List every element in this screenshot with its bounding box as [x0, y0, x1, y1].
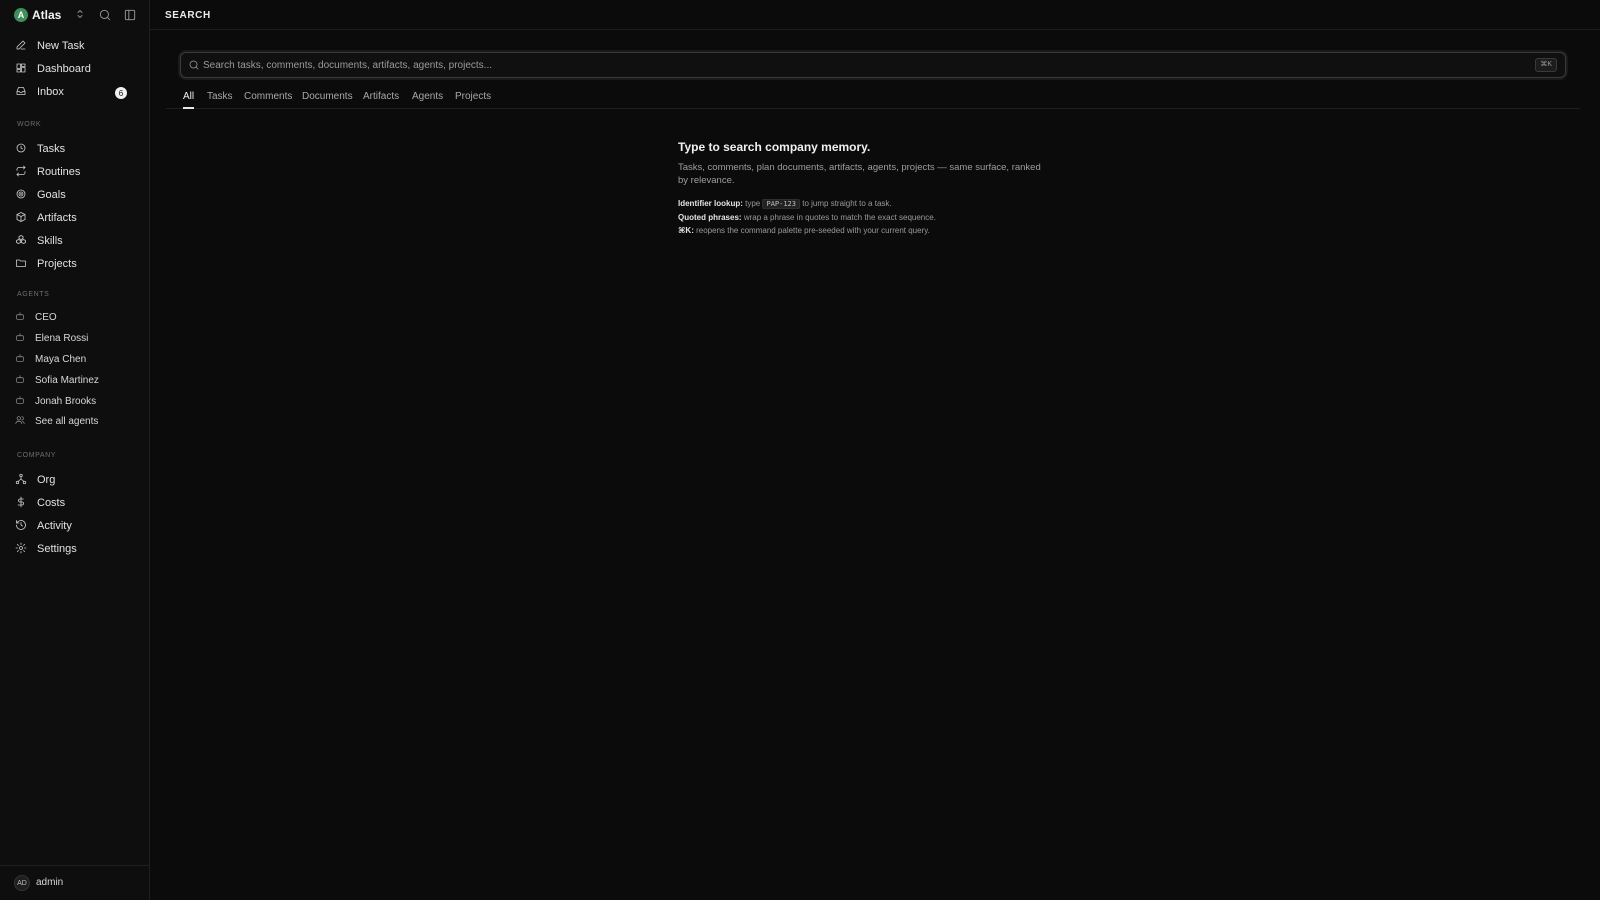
sidebar-item-label: Tasks — [37, 143, 66, 155]
chevrons-up-down-icon[interactable] — [74, 8, 86, 20]
gear-icon — [15, 542, 29, 556]
workspace-logo[interactable]: A — [14, 8, 28, 22]
edit-icon — [15, 39, 29, 53]
sidebar-item-label: Routines — [37, 166, 81, 178]
avatar: AD — [14, 875, 30, 891]
agent-label: Elena Rossi — [35, 332, 89, 344]
sidebar: A Atlas New Task Dashboard Inbox 6 WORK … — [0, 0, 150, 900]
search-empty-state: Type to search company memory. Tasks, co… — [678, 140, 1048, 237]
bot-icon — [15, 374, 27, 386]
tab-comments[interactable]: Comments — [244, 91, 292, 109]
users-icon — [15, 415, 27, 427]
user-menu[interactable]: AD admin — [0, 865, 150, 900]
sidebar-item-tasks[interactable]: Tasks — [8, 138, 142, 160]
user-name: admin — [36, 877, 64, 888]
sidebar-item-label: Activity — [37, 520, 72, 532]
circle-icon — [15, 142, 29, 156]
org-icon — [15, 473, 29, 487]
empty-state-title: Type to search company memory. — [678, 140, 871, 154]
sidebar-item-label: Inbox — [37, 86, 64, 98]
sidebar-item-label: Dashboard — [37, 63, 91, 75]
tip-label: Quoted phrases: — [678, 213, 742, 222]
tip-text: reopens the command palette pre-seeded w… — [696, 226, 930, 235]
agent-label: See all agents — [35, 415, 99, 427]
sidebar-item-label: Costs — [37, 497, 66, 509]
inbox-count-badge: 6 — [115, 87, 127, 99]
search-icon[interactable] — [98, 8, 112, 22]
tip-label: Identifier lookup: — [678, 199, 743, 208]
sidebar-item-label: Goals — [37, 189, 66, 201]
agent-label: CEO — [35, 311, 57, 323]
repeat-icon — [15, 165, 29, 179]
sidebar-item-inbox[interactable]: Inbox 6 — [8, 81, 142, 103]
section-label-agents: AGENTS — [17, 291, 50, 298]
workspace-header: A Atlas — [0, 0, 150, 30]
sidebar-item-label: Projects — [37, 258, 77, 270]
sidebar-item-projects[interactable]: Projects — [8, 253, 142, 275]
sidebar-item-label: Settings — [37, 543, 77, 555]
tip-text: wrap a phrase in quotes to match the exa… — [743, 213, 936, 222]
inbox-icon — [15, 85, 29, 99]
sidebar-agent-maya-chen[interactable]: Maya Chen — [8, 349, 142, 369]
search-icon — [188, 59, 200, 71]
tab-tasks[interactable]: Tasks — [207, 91, 233, 109]
sidebar-item-new-task[interactable]: New Task — [8, 35, 142, 57]
agent-label: Sofia Martinez — [35, 374, 99, 386]
bot-icon — [15, 311, 27, 323]
bot-icon — [15, 353, 27, 365]
section-label-work: WORK — [17, 121, 42, 128]
search-input[interactable] — [203, 56, 1513, 74]
sidebar-agent-elena-rossi[interactable]: Elena Rossi — [8, 328, 142, 348]
sidebar-agent-ceo[interactable]: CEO — [8, 307, 142, 327]
tip-label: ⌘K: — [678, 226, 694, 235]
dashboard-icon — [15, 62, 29, 76]
keyboard-shortcut-badge: ⌘K — [1535, 58, 1557, 72]
sidebar-toggle-icon[interactable] — [123, 8, 137, 22]
sidebar-item-label: New Task — [37, 40, 85, 52]
result-type-tabs: All Tasks Comments Documents Artifacts A… — [166, 86, 1580, 109]
tip-text: to jump straight to a task. — [802, 199, 892, 208]
sidebar-item-settings[interactable]: Settings — [8, 538, 142, 560]
tab-all[interactable]: All — [183, 91, 195, 109]
box-icon — [15, 211, 29, 225]
tab-documents[interactable]: Documents — [302, 91, 353, 109]
bot-icon — [15, 332, 27, 344]
search-bar[interactable]: ⌘K — [180, 52, 1566, 78]
history-icon — [15, 519, 29, 533]
tip-quoted-phrases: Quoted phrases: wrap a phrase in quotes … — [678, 211, 1048, 224]
agent-label: Maya Chen — [35, 353, 87, 365]
section-label-company: COMPANY — [17, 452, 57, 459]
tip-command-palette: ⌘K: reopens the command palette pre-seed… — [678, 224, 1048, 237]
identifier-code: PAP-123 — [762, 199, 800, 209]
sidebar-item-routines[interactable]: Routines — [8, 161, 142, 183]
sidebar-item-dashboard[interactable]: Dashboard — [8, 58, 142, 80]
sidebar-item-label: Skills — [37, 235, 63, 247]
sidebar-item-org[interactable]: Org — [8, 469, 142, 491]
bot-icon — [15, 395, 27, 407]
agent-label: Jonah Brooks — [35, 395, 97, 407]
tab-artifacts[interactable]: Artifacts — [363, 91, 399, 109]
page-title: SEARCH — [165, 10, 211, 21]
sidebar-item-label: Artifacts — [37, 212, 77, 224]
tip-text: type — [745, 199, 761, 208]
target-icon — [15, 188, 29, 202]
sidebar-item-goals[interactable]: Goals — [8, 184, 142, 206]
tip-identifier-lookup: Identifier lookup: type PAP-123 to jump … — [678, 197, 1048, 211]
topbar: SEARCH — [150, 0, 1600, 30]
sidebar-see-all-agents[interactable]: See all agents — [8, 411, 142, 431]
sidebar-item-artifacts[interactable]: Artifacts — [8, 207, 142, 229]
sidebar-agent-jonah-brooks[interactable]: Jonah Brooks — [8, 391, 142, 411]
sidebar-item-costs[interactable]: Costs — [8, 492, 142, 514]
sidebar-item-activity[interactable]: Activity — [8, 515, 142, 537]
sidebar-item-skills[interactable]: Skills — [8, 230, 142, 252]
tab-agents[interactable]: Agents — [412, 91, 443, 109]
sidebar-item-label: Org — [37, 474, 56, 486]
dollar-icon — [15, 496, 29, 510]
sidebar-agent-sofia-martinez[interactable]: Sofia Martinez — [8, 370, 142, 390]
folder-icon — [15, 257, 29, 271]
boxes-icon — [15, 234, 29, 248]
workspace-name[interactable]: Atlas — [32, 8, 61, 22]
tab-projects[interactable]: Projects — [455, 91, 491, 109]
empty-state-description: Tasks, comments, plan documents, artifac… — [678, 162, 1041, 186]
